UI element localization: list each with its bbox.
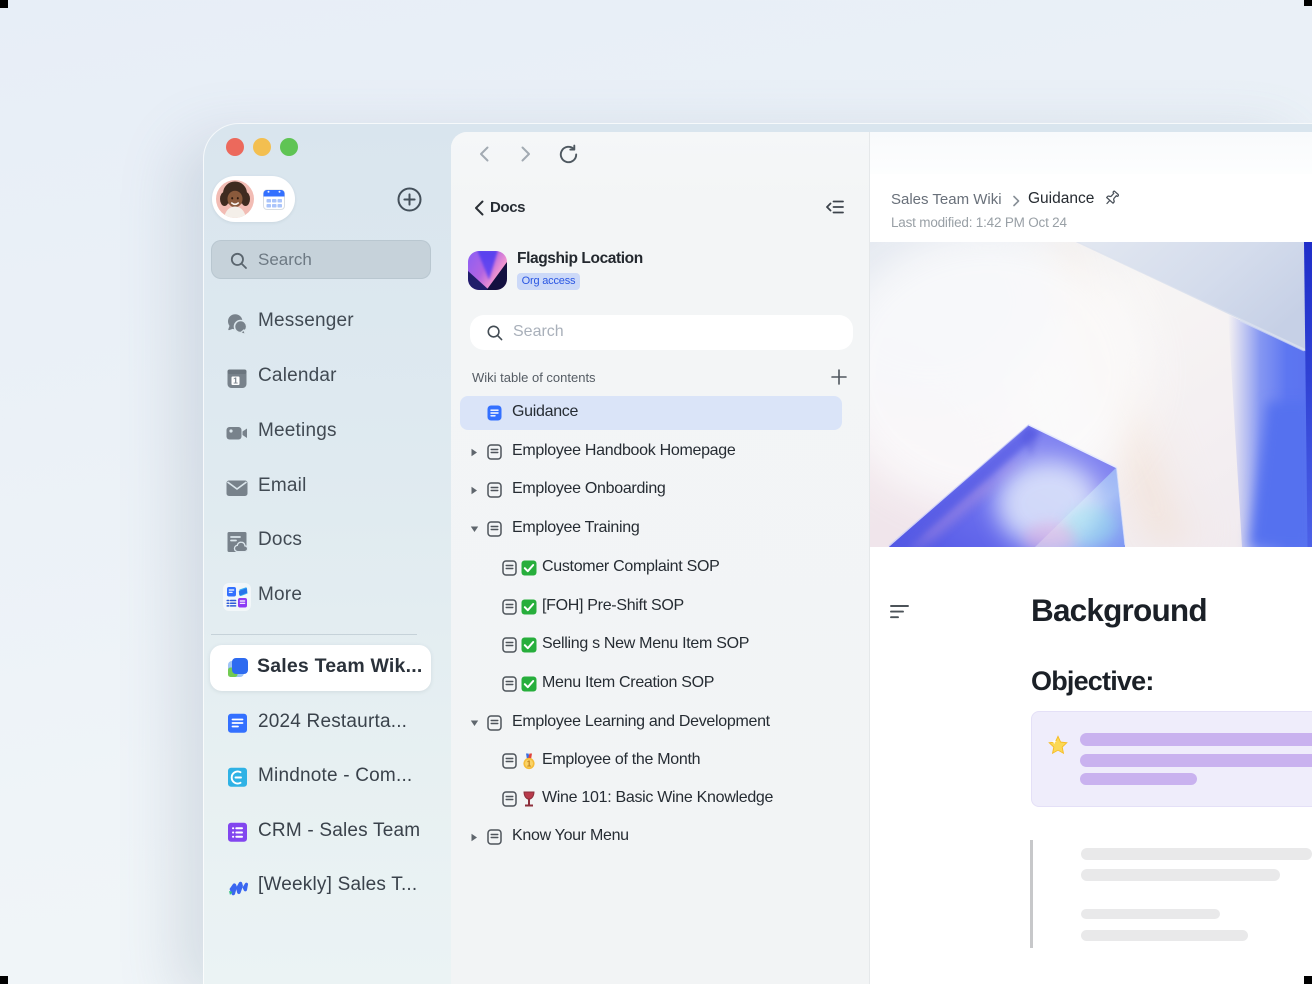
svg-text:1: 1 [527, 759, 532, 768]
svg-text:1: 1 [233, 375, 238, 385]
